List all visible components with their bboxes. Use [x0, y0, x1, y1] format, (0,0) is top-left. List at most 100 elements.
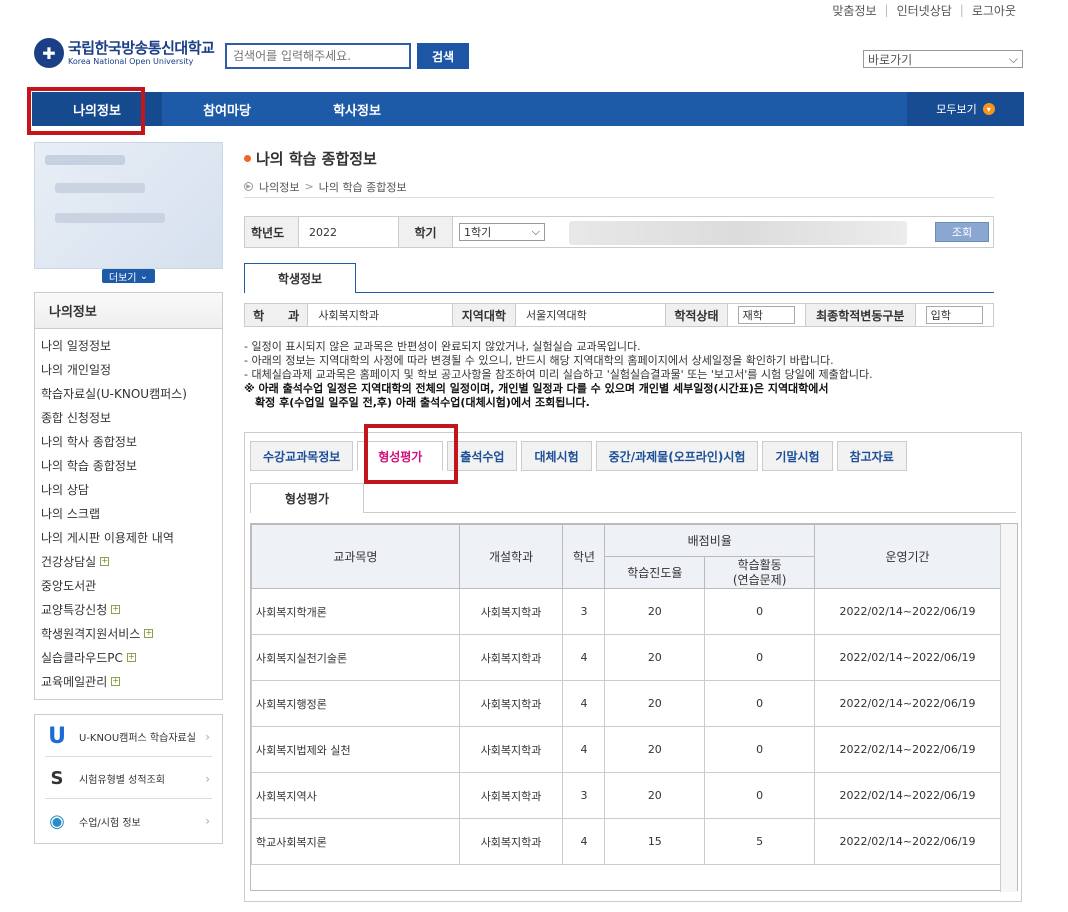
table-cell: 2022/02/14~2022/06/19: [814, 634, 1001, 681]
term-value: 1학기: [464, 226, 492, 239]
side-nav-label: 나의 일정정보: [41, 338, 112, 353]
side-nav-item[interactable]: 학생원격지원서비스 +: [35, 621, 222, 645]
tab-enrolled-courses[interactable]: 수강교과목정보: [250, 441, 354, 471]
term-filter: 학년도 2022 학기 1학기 ⌵ 조회: [244, 216, 994, 248]
table-cell: 사회복지학과: [458, 588, 564, 635]
expand-plus-icon[interactable]: +: [126, 652, 136, 662]
term-label: 학기: [399, 217, 453, 247]
side-nav-item[interactable]: 나의 일정정보: [35, 333, 222, 357]
view-all-label: 모두보기: [936, 103, 977, 116]
gnb-academic[interactable]: 학사정보: [292, 92, 422, 126]
table-cell: 5: [704, 818, 816, 865]
side-nav-label: 나의 스크랩: [41, 506, 101, 521]
table-cell: 학교사회복지론: [251, 818, 460, 865]
utility-bar: 맞춤정보 | 인터넷상담 | 로그아웃: [0, 0, 1068, 20]
logo-korean: 국립한국방송통신대학교: [68, 38, 215, 57]
col-year: 학년: [562, 524, 606, 589]
separator: |: [884, 3, 889, 17]
table-cell: 사회복지학과: [458, 634, 564, 681]
table-cell: 4: [562, 634, 606, 681]
expand-plus-icon[interactable]: +: [111, 604, 121, 614]
table-scrollbar[interactable]: [1000, 524, 1017, 892]
change-value: 입학: [925, 306, 984, 324]
side-nav-label: 종합 신청정보: [41, 410, 112, 425]
side-nav-item[interactable]: 나의 학사 종합정보: [35, 429, 222, 453]
side-nav-item[interactable]: 학습자료실(U-KNOU캠퍼스): [35, 381, 222, 405]
breadcrumb-item[interactable]: 나의정보: [259, 179, 299, 195]
profile-box: [34, 142, 223, 269]
search-button[interactable]: 검색: [417, 43, 469, 69]
logout-link[interactable]: 로그아웃: [972, 2, 1016, 19]
ql-ukno-campus[interactable]: U U-KNOU캠퍼스 학습자료실 ›: [45, 717, 212, 757]
gnb-participation[interactable]: 참여마당: [162, 92, 292, 126]
side-nav-label: 나의 개인일정: [41, 362, 112, 377]
logo-english: Korea National Open University: [68, 56, 194, 66]
chevron-right-icon: ›: [205, 729, 210, 744]
custom-info-link[interactable]: 맞춤정보: [832, 2, 876, 19]
col-activity-label: 학습활동: [737, 557, 782, 572]
table-row: 학교사회복지론 사회복지학과 4 15 5 2022/02/14~2022/06/19: [251, 818, 1001, 865]
table-cell: 2022/02/14~2022/06/19: [814, 588, 1001, 635]
table-cell: 사회복지법제와 실천: [251, 726, 460, 773]
table-row: 사회복지법제와 실천 사회복지학과 4 20 0 2022/02/14~2022/06/1…: [251, 726, 1001, 773]
side-nav-item[interactable]: 중앙도서관: [35, 573, 222, 597]
side-nav-item[interactable]: 교육메일관리 +: [35, 669, 222, 693]
col-activity-sub: (연습문제): [732, 572, 787, 587]
u-knou-logo-icon: U: [48, 724, 66, 749]
side-nav-item[interactable]: 나의 개인일정: [35, 357, 222, 381]
logo-text: 국립한국방송통신대학교 Korea National Open Universi…: [68, 38, 215, 66]
ql-label: 시험유형별 성적조회: [79, 775, 165, 786]
study-panel: 수강교과목정보 형성평가 출석수업 대체시험 중간/과제물(오프라인)시험 기말…: [244, 432, 1022, 902]
expand-plus-icon[interactable]: +: [144, 628, 154, 638]
table-cell: 2022/02/14~2022/06/19: [814, 818, 1001, 865]
ql-class-info[interactable]: ◉ 수업/시험 정보 ›: [45, 801, 212, 841]
logo[interactable]: ✚ 국립한국방송통신대학교 Korea National Open Univer…: [34, 38, 215, 68]
view-all-button[interactable]: 모두보기 ▾: [907, 92, 1024, 126]
term-select[interactable]: 1학기 ⌵: [459, 223, 545, 241]
side-nav-item[interactable]: 나의 학습 종합정보: [35, 453, 222, 477]
side-nav-item[interactable]: 실습클라우드PC +: [35, 645, 222, 669]
breadcrumb-item[interactable]: 나의 학습 종합정보: [319, 179, 407, 195]
table-cell: 사회복지학과: [458, 680, 564, 727]
tab-reference[interactable]: 참고자료: [836, 441, 907, 471]
expand-plus-icon[interactable]: +: [100, 556, 110, 566]
side-nav-item[interactable]: 나의 스크랩: [35, 501, 222, 525]
side-nav-item[interactable]: 나의 게시판 이용제한 내역: [35, 525, 222, 549]
highlight-box: [364, 424, 458, 484]
tab-substitute-exam[interactable]: 대체시험: [521, 441, 592, 471]
quick-links: U U-KNOU캠퍼스 학습자료실 › S 시험유형별 성적조회 › ◉ 수업/…: [34, 714, 223, 844]
table-cell: 20: [604, 726, 706, 773]
side-nav-item[interactable]: 건강상담실 +: [35, 549, 222, 573]
table-cell: 사회복지학과: [458, 772, 564, 819]
quick-nav-select[interactable]: 바로가기 ⌵: [863, 50, 1023, 68]
search-input[interactable]: [225, 43, 411, 69]
side-nav-label: 중앙도서관: [41, 578, 97, 593]
tab-final-exam[interactable]: 기말시험: [762, 441, 833, 471]
tab-midterm-exam[interactable]: 중간/과제물(오프라인)시험: [595, 441, 759, 471]
side-nav-item[interactable]: 종합 신청정보: [35, 405, 222, 429]
query-button[interactable]: 조회: [935, 222, 989, 242]
divider: [356, 292, 994, 293]
dept-label: 학 과: [245, 304, 309, 326]
student-info-tab[interactable]: 학생정보: [244, 263, 356, 293]
col-period: 운영기간: [814, 524, 1001, 589]
side-nav-item[interactable]: 교양특강신청 +: [35, 597, 222, 621]
table-cell: 4: [562, 818, 606, 865]
table-cell: 2022/02/14~2022/06/19: [814, 726, 1001, 773]
redacted-text: [55, 183, 145, 193]
subtab-formative-eval[interactable]: 형성평가: [250, 483, 364, 513]
divider: [364, 512, 1016, 513]
year-label: 학년도: [245, 217, 299, 247]
ql-grades[interactable]: S 시험유형별 성적조회 ›: [45, 759, 212, 799]
chevron-right-icon: >: [304, 180, 314, 193]
side-nav-label: 실습클라우드PC: [41, 650, 123, 665]
separator: |: [959, 3, 964, 17]
col-progress: 학습진도율: [604, 556, 706, 589]
year-value[interactable]: 2022: [299, 217, 399, 247]
table-cell: 0: [704, 680, 816, 727]
online-counsel-link[interactable]: 인터넷상담: [897, 2, 952, 19]
side-nav-item[interactable]: 나의 상담: [35, 477, 222, 501]
expand-plus-icon[interactable]: +: [111, 676, 121, 686]
table-cell: 20: [604, 772, 706, 819]
profile-more-button[interactable]: 더보기 ⌄: [102, 269, 155, 284]
